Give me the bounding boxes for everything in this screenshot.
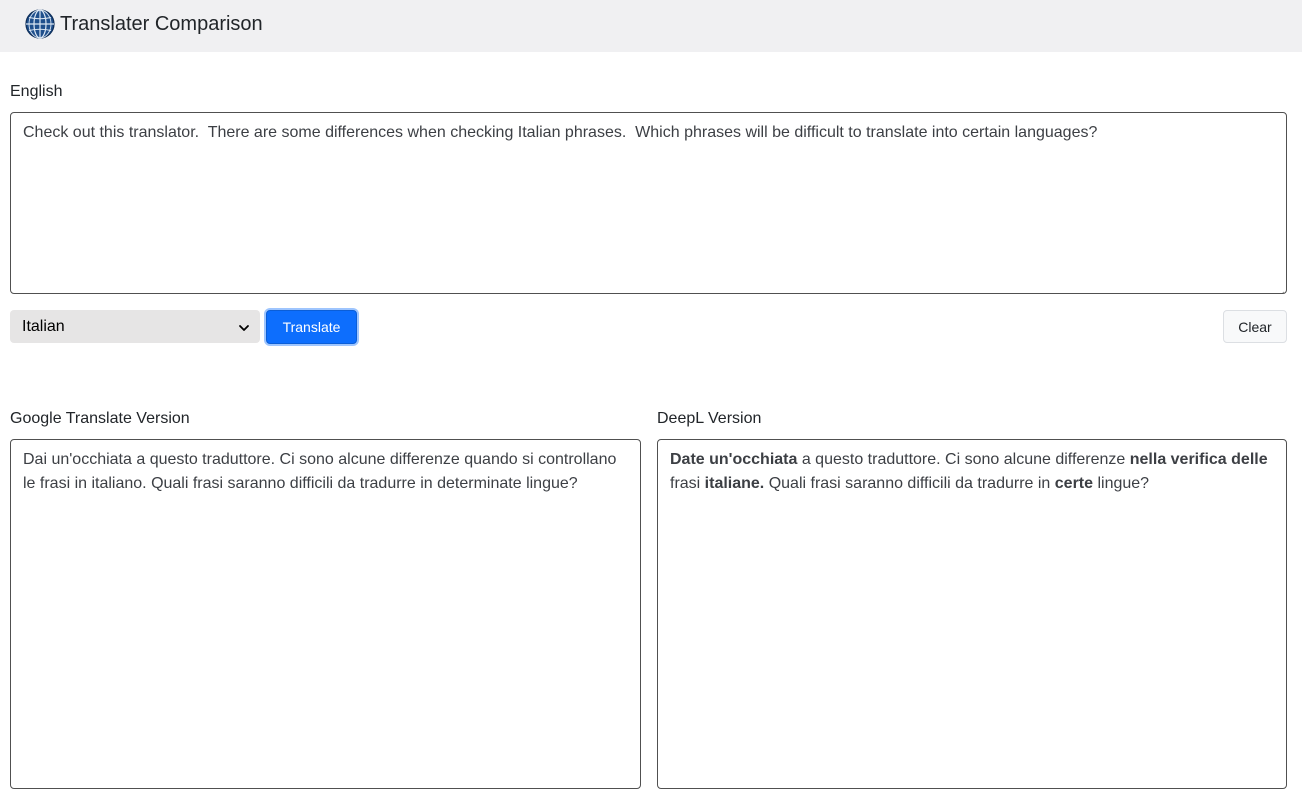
google-translation-text: Dai un'occhiata a questo traduttore. Ci … bbox=[23, 451, 617, 492]
deepl-segment: Date un'occhiata bbox=[670, 451, 798, 468]
deepl-label: DeepL Version bbox=[657, 410, 762, 427]
chevron-down-icon bbox=[238, 321, 250, 333]
deepl-segment: Quali frasi saranno difficili da tradurr… bbox=[764, 475, 1055, 492]
google-translate-label: Google Translate Version bbox=[10, 410, 190, 427]
deepl-translation-output[interactable]: Date un'occhiata a questo traduttore. Ci… bbox=[657, 439, 1287, 789]
source-text: Check out this translator. There are som… bbox=[23, 124, 1098, 141]
translate-button[interactable]: Translate bbox=[266, 310, 357, 344]
clear-button[interactable]: Clear bbox=[1223, 310, 1287, 343]
deepl-translation-text: Date un'occhiata a questo traduttore. Ci… bbox=[670, 451, 1268, 492]
deepl-segment: certe bbox=[1054, 475, 1094, 492]
brand[interactable]: Translater Comparison bbox=[25, 9, 263, 39]
deepl-segment: frasi bbox=[670, 475, 705, 492]
deepl-segment: a questo traduttore. Ci sono alcune diff… bbox=[797, 451, 1130, 468]
deepl-segment: nella verifica delle bbox=[1129, 451, 1268, 468]
google-translation-output[interactable]: Dai un'occhiata a questo traduttore. Ci … bbox=[10, 439, 641, 789]
deepl-segment: italiane. bbox=[704, 475, 765, 492]
navbar: Translater Comparison bbox=[0, 0, 1302, 52]
deepl-segment: lingue? bbox=[1093, 475, 1150, 492]
app-title: Translater Comparison bbox=[60, 12, 263, 35]
globe-icon bbox=[25, 9, 55, 39]
source-text-input[interactable]: Check out this translator. There are som… bbox=[10, 112, 1287, 294]
selected-language: Italian bbox=[22, 317, 65, 335]
source-language-label: English bbox=[10, 83, 63, 100]
target-language-select[interactable]: Italian bbox=[10, 310, 260, 343]
resize-grip-icon[interactable] bbox=[1276, 283, 1285, 293]
